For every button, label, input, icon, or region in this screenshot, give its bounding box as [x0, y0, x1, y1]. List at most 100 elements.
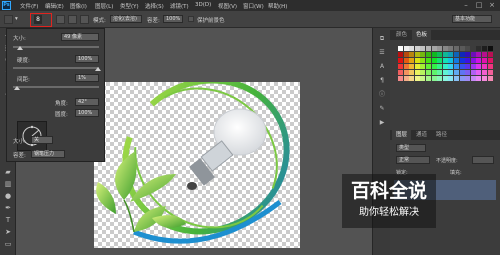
- menu-3d[interactable]: 3D(D): [195, 2, 211, 8]
- size-slider-thumb[interactable]: [17, 46, 23, 50]
- menu-select[interactable]: 选择(S): [145, 2, 164, 10]
- menu-view[interactable]: 视图(V): [218, 2, 237, 10]
- swatch-cell[interactable]: [409, 46, 415, 51]
- protect-foreground-checkbox[interactable]: [188, 16, 194, 22]
- tab-color[interactable]: 颜色: [392, 30, 411, 40]
- eraser-icon[interactable]: ▰: [3, 168, 13, 177]
- swatch-cell[interactable]: [409, 70, 415, 75]
- type-tool-icon[interactable]: T: [3, 216, 13, 225]
- size-field[interactable]: 49 像素: [61, 33, 99, 41]
- swatch-cell[interactable]: [454, 52, 459, 57]
- size-control-select[interactable]: 关: [31, 136, 53, 144]
- workspace-select[interactable]: 基本功能: [452, 15, 492, 23]
- swatch-cell[interactable]: [448, 70, 454, 75]
- swatch-cell[interactable]: [426, 76, 431, 81]
- swatch-cell[interactable]: [398, 70, 403, 75]
- spacing-field[interactable]: 1%: [75, 74, 99, 82]
- swatch-cell[interactable]: [403, 58, 409, 63]
- dodge-tool-icon[interactable]: ●: [3, 192, 13, 201]
- swatch-cell[interactable]: [470, 76, 476, 81]
- swatch-cell[interactable]: [409, 58, 415, 63]
- swatch-cell[interactable]: [398, 58, 403, 63]
- swatch-cell[interactable]: [437, 46, 443, 51]
- swatch-cell[interactable]: [426, 64, 431, 69]
- swatch-cell[interactable]: [426, 52, 431, 57]
- swatch-cell[interactable]: [482, 58, 487, 63]
- swatch-cell[interactable]: [448, 52, 454, 57]
- swatch-cell[interactable]: [487, 46, 493, 51]
- swatch-cell[interactable]: [476, 58, 482, 63]
- swatch-cell[interactable]: [470, 70, 476, 75]
- swatch-cell[interactable]: [442, 46, 448, 51]
- swatch-cell[interactable]: [465, 52, 471, 57]
- swatch-cell[interactable]: [409, 64, 415, 69]
- tool-preset-chevron-icon[interactable]: ▾: [15, 16, 18, 22]
- swatch-cell[interactable]: [459, 46, 465, 51]
- tab-swatches[interactable]: 色板: [412, 30, 432, 40]
- swatch-cell[interactable]: [403, 46, 409, 51]
- hardness-slider[interactable]: [13, 67, 99, 69]
- swatch-cell[interactable]: [442, 76, 448, 81]
- brush-size-indicator[interactable]: 8: [34, 15, 42, 24]
- swatch-cell[interactable]: [414, 64, 420, 69]
- angle-field[interactable]: 42°: [75, 98, 99, 106]
- swatch-cell[interactable]: [465, 70, 471, 75]
- swatch-cell[interactable]: [454, 76, 459, 81]
- swatch-cell[interactable]: [420, 64, 426, 69]
- swatch-cell[interactable]: [487, 52, 493, 57]
- swatch-cell[interactable]: [403, 64, 409, 69]
- tolerance-control-select[interactable]: 钢笔压力: [31, 150, 65, 158]
- swatch-cell[interactable]: [403, 76, 409, 81]
- swatch-cell[interactable]: [459, 70, 465, 75]
- swatch-cell[interactable]: [409, 76, 415, 81]
- brush-icon[interactable]: ✎: [377, 104, 387, 113]
- swatch-cell[interactable]: [431, 58, 437, 63]
- swatch-cell[interactable]: [426, 58, 431, 63]
- swatch-cell[interactable]: [437, 52, 443, 57]
- swatch-cell[interactable]: [454, 58, 459, 63]
- swatch-cell[interactable]: [398, 52, 403, 57]
- swatch-cell[interactable]: [459, 58, 465, 63]
- brush-options-icon[interactable]: [80, 15, 89, 24]
- swatch-cell[interactable]: [482, 64, 487, 69]
- spacing-slider[interactable]: [13, 86, 99, 88]
- swatch-cell[interactable]: [414, 70, 420, 75]
- swatch-cell[interactable]: [414, 76, 420, 81]
- menu-edit[interactable]: 编辑(E): [45, 2, 64, 10]
- swatch-cell[interactable]: [403, 70, 409, 75]
- swatch-cell[interactable]: [431, 76, 437, 81]
- close-icon[interactable]: ×: [486, 1, 498, 10]
- menu-layer[interactable]: 图层(L): [95, 2, 113, 10]
- layer-kind-filter[interactable]: 类型: [396, 144, 426, 152]
- swatch-cell[interactable]: [482, 46, 487, 51]
- swatch-cell[interactable]: [448, 76, 454, 81]
- swatch-cell[interactable]: [414, 46, 420, 51]
- swatch-cell[interactable]: [470, 52, 476, 57]
- swatch-cell[interactable]: [420, 46, 426, 51]
- layer-opacity-field[interactable]: [472, 156, 494, 164]
- swatch-cell[interactable]: [420, 76, 426, 81]
- swatches-grid[interactable]: [398, 46, 494, 82]
- swatch-cell[interactable]: [414, 58, 420, 63]
- swatch-cell[interactable]: [442, 58, 448, 63]
- swatch-cell[interactable]: [426, 70, 431, 75]
- swatch-cell[interactable]: [459, 64, 465, 69]
- shape-tool-icon[interactable]: ▭: [3, 240, 13, 249]
- menu-filter[interactable]: 滤镜(T): [170, 2, 189, 10]
- spacing-slider-thumb[interactable]: [14, 86, 20, 90]
- tab-paths[interactable]: 路径: [432, 130, 451, 140]
- swatch-cell[interactable]: [431, 46, 437, 51]
- swatch-cell[interactable]: [476, 70, 482, 75]
- hardness-slider-thumb[interactable]: [95, 67, 101, 71]
- size-slider[interactable]: [13, 46, 99, 48]
- document-canvas[interactable]: [94, 77, 300, 248]
- swatch-cell[interactable]: [437, 58, 443, 63]
- swatch-cell[interactable]: [437, 76, 443, 81]
- roundness-field[interactable]: 100%: [75, 109, 99, 117]
- airbrush-icon[interactable]: [68, 15, 77, 24]
- swatch-cell[interactable]: [437, 64, 443, 69]
- paragraph-icon[interactable]: ¶: [377, 76, 387, 85]
- swatch-cell[interactable]: [476, 64, 482, 69]
- swatch-cell[interactable]: [409, 52, 415, 57]
- swatch-cell[interactable]: [487, 64, 493, 69]
